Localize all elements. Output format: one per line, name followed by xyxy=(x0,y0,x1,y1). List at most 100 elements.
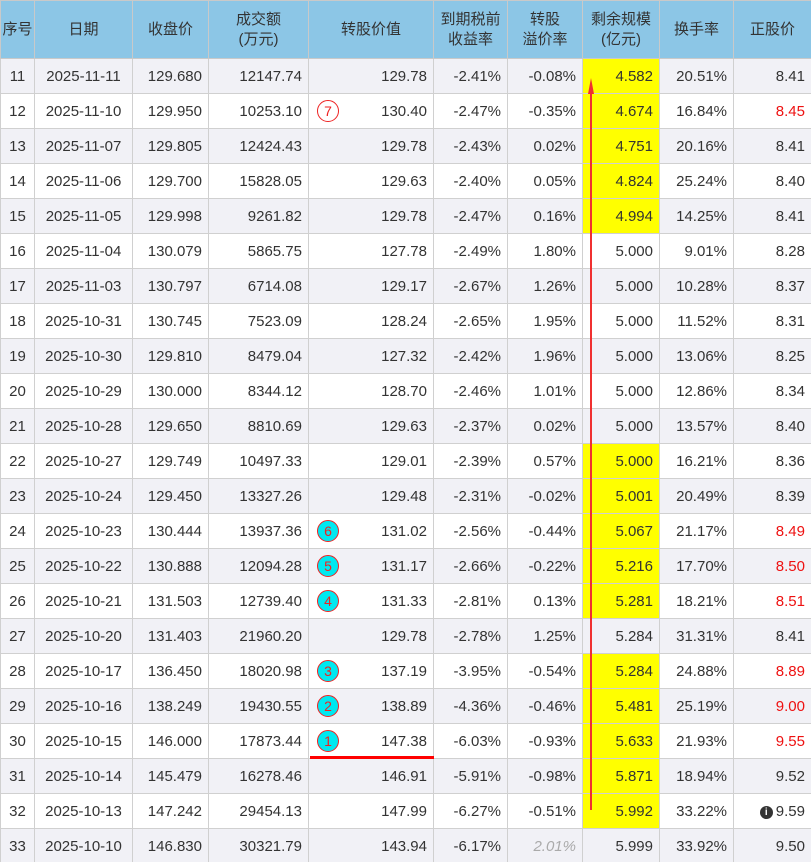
cell-date: 2025-10-13 xyxy=(34,793,133,829)
cell-seq: 17 xyxy=(0,268,35,304)
header-premium[interactable]: 转股 溢价率 xyxy=(507,0,583,59)
cell-date: 2025-10-23 xyxy=(34,513,133,549)
cell-turnover: 33.22% xyxy=(659,793,734,829)
date-value: 2025-10-31 xyxy=(45,312,122,330)
cell-close: 130.079 xyxy=(132,233,209,269)
cell-ytm: -2.56% xyxy=(433,513,508,549)
seq-value: 16 xyxy=(9,242,26,260)
seq-value: 11 xyxy=(9,67,26,85)
ytm-value: -2.78% xyxy=(453,627,501,645)
cell-close: 138.249 xyxy=(132,688,209,724)
header-turnover[interactable]: 换手率 xyxy=(659,0,734,59)
premium-value: -0.08% xyxy=(528,67,576,85)
header-seq[interactable]: 序号 xyxy=(0,0,35,59)
remaining-value: 5.481 xyxy=(615,697,653,715)
cell-remaining: 5.001 xyxy=(582,478,660,514)
conv-value-value: 129.78 xyxy=(381,207,427,225)
cell-premium: 2.01% xyxy=(507,828,583,862)
cell-ytm: -2.49% xyxy=(433,233,508,269)
volume-value: 18020.98 xyxy=(239,662,302,680)
cell-volume: 12424.43 xyxy=(208,128,309,164)
volume-value: 21960.20 xyxy=(239,627,302,645)
cell-conv-value: 129.17 xyxy=(308,268,434,304)
seq-value: 30 xyxy=(9,732,26,750)
stock-price-value: 8.39 xyxy=(775,487,805,505)
turnover-value: 14.25% xyxy=(676,207,727,225)
table-row: 22 2025-10-27 129.749 10497.33 129.01 -2.39% 0… xyxy=(0,443,811,479)
cell-conv-value: 129.48 xyxy=(308,478,434,514)
cell-ytm: -2.41% xyxy=(433,58,508,94)
remaining-value: 4.994 xyxy=(615,207,653,225)
cell-close: 146.830 xyxy=(132,828,209,862)
seq-value: 27 xyxy=(9,627,26,645)
cell-close: 129.450 xyxy=(132,478,209,514)
date-value: 2025-10-10 xyxy=(45,837,122,855)
seq-value: 29 xyxy=(9,697,26,715)
cell-date: 2025-10-17 xyxy=(34,653,133,689)
close-value: 130.888 xyxy=(147,557,202,575)
premium-value: -0.98% xyxy=(528,767,576,785)
turnover-value: 13.06% xyxy=(676,347,727,365)
ytm-value: -5.91% xyxy=(453,767,501,785)
cell-volume: 12147.74 xyxy=(208,58,309,94)
stock-price-value: 9.59 xyxy=(775,802,805,820)
close-value: 130.000 xyxy=(147,382,202,400)
cell-premium: 1.96% xyxy=(507,338,583,374)
header-remaining[interactable]: 剩余规模 (亿元) xyxy=(582,0,660,59)
close-value: 130.797 xyxy=(147,277,202,295)
cell-conv-value: 129.78 xyxy=(308,618,434,654)
marker-circle: 4 xyxy=(317,590,339,612)
header-close[interactable]: 收盘价 xyxy=(132,0,209,59)
seq-value: 17 xyxy=(9,277,26,295)
volume-value: 30321.79 xyxy=(239,837,302,855)
stock-price-value: 8.41 xyxy=(775,67,805,85)
conv-value-value: 131.02 xyxy=(381,522,427,540)
volume-value: 10497.33 xyxy=(239,452,302,470)
table-row: 11 2025-11-11 129.680 12147.74 129.78 -2.41% -… xyxy=(0,58,811,94)
ytm-value: -2.65% xyxy=(453,312,501,330)
cell-premium: -0.98% xyxy=(507,758,583,794)
cell-date: 2025-11-05 xyxy=(34,198,133,234)
cell-premium: 1.01% xyxy=(507,373,583,409)
date-value: 2025-10-23 xyxy=(45,522,122,540)
info-icon[interactable]: i xyxy=(759,805,773,819)
volume-value: 16278.46 xyxy=(239,767,302,785)
header-volume[interactable]: 成交额 (万元) xyxy=(208,0,309,59)
cell-stock-price: 9.52 xyxy=(733,758,811,794)
cell-ytm: -6.27% xyxy=(433,793,508,829)
conv-value-value: 129.01 xyxy=(381,452,427,470)
header-ytm[interactable]: 到期税前 收益率 xyxy=(433,0,508,59)
date-value: 2025-11-04 xyxy=(45,242,122,260)
volume-value: 29454.13 xyxy=(239,802,302,820)
cell-close: 145.479 xyxy=(132,758,209,794)
cell-premium: -0.22% xyxy=(507,548,583,584)
cell-turnover: 13.57% xyxy=(659,408,734,444)
header-date[interactable]: 日期 xyxy=(34,0,133,59)
turnover-value: 16.84% xyxy=(676,102,727,120)
ytm-value: -2.40% xyxy=(453,172,501,190)
volume-value: 5865.75 xyxy=(247,242,302,260)
cell-volume: 15828.05 xyxy=(208,163,309,199)
table-row: 25 2025-10-22 130.888 12094.28 5 131.17 -2.66%… xyxy=(0,548,811,584)
header-conv-value[interactable]: 转股价值 xyxy=(308,0,434,59)
cell-remaining: 5.000 xyxy=(582,408,660,444)
cell-turnover: 20.51% xyxy=(659,58,734,94)
seq-value: 20 xyxy=(9,382,26,400)
cell-conv-value: 129.63 xyxy=(308,163,434,199)
cell-premium: 0.02% xyxy=(507,408,583,444)
cell-seq: 32 xyxy=(0,793,35,829)
header-stock-price[interactable]: 正股价 xyxy=(733,0,811,59)
cell-date: 2025-11-07 xyxy=(34,128,133,164)
turnover-value: 20.49% xyxy=(676,487,727,505)
premium-value: -0.54% xyxy=(528,662,576,680)
cell-ytm: -2.43% xyxy=(433,128,508,164)
cell-close: 131.503 xyxy=(132,583,209,619)
remaining-value: 5.999 xyxy=(615,837,653,855)
cell-volume: 6714.08 xyxy=(208,268,309,304)
cell-conv-value: 5 131.17 xyxy=(308,548,434,584)
close-value: 146.830 xyxy=(147,837,202,855)
cell-conv-value: 2 138.89 xyxy=(308,688,434,724)
cell-ytm: -2.67% xyxy=(433,268,508,304)
turnover-value: 21.17% xyxy=(676,522,727,540)
date-value: 2025-10-20 xyxy=(45,627,122,645)
